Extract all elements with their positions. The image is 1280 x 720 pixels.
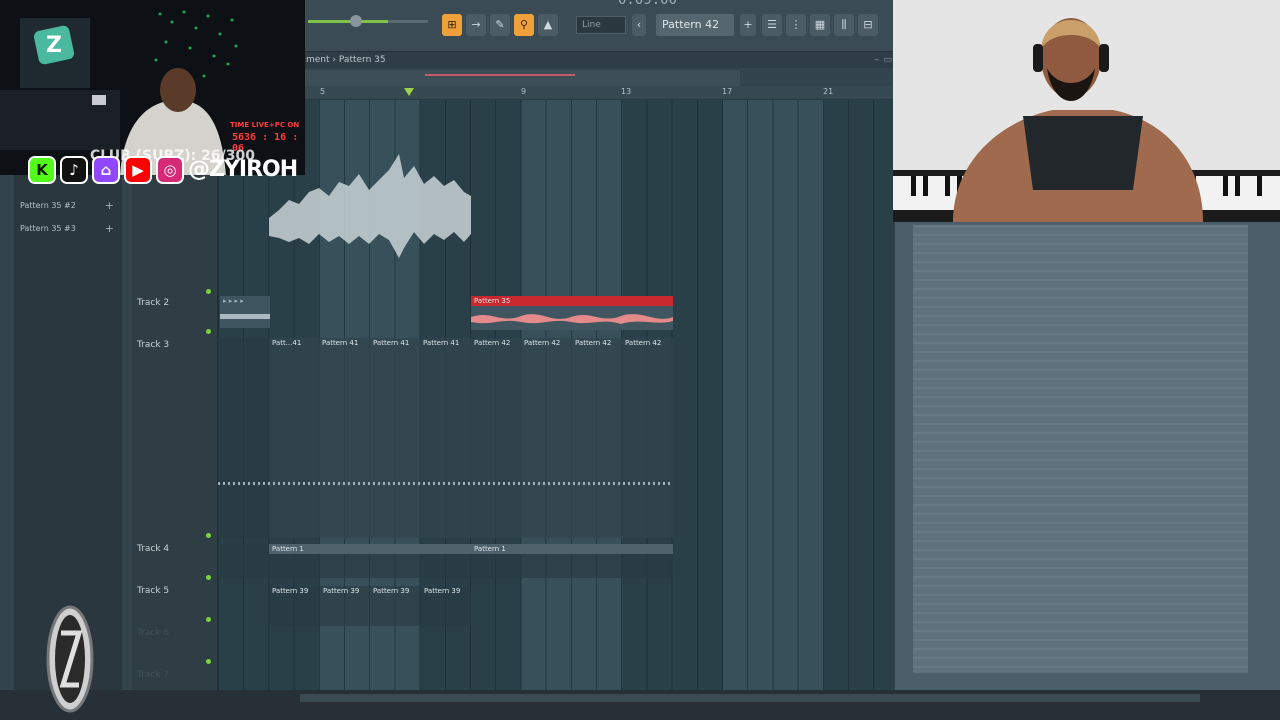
twitch-icon: ⌂ (92, 156, 120, 184)
streamer-handle: @ZYIROH (188, 157, 298, 182)
timeline-ruler[interactable]: 5913172125 (300, 86, 933, 100)
clip-pattern-1[interactable]: Pattern 1 (269, 544, 471, 578)
maximize-icon[interactable]: ▭ (883, 52, 892, 68)
audio-waveform (220, 314, 270, 319)
webcam-keyboard-player (893, 0, 1280, 222)
playlist-icon[interactable]: ☰ (762, 14, 782, 36)
z-logo-icon (46, 605, 94, 713)
track-headers: Track 2 Track 3 Track 4 Track 5 Track 6 … (132, 100, 218, 690)
minimize-icon[interactable]: – (875, 52, 880, 68)
tiktok-icon: ♪ (60, 156, 88, 184)
social-bar: K ♪ ⌂ ▶ ◎ @ZYIROH (28, 156, 298, 188)
playlist-grid[interactable]: ▸ ▸ ▸ ▸ Pattern 35 Patt...41 Pattern 41 … (218, 100, 894, 690)
ruler-number: 9 (521, 87, 527, 96)
track-label-7[interactable]: Track 7 (137, 670, 169, 680)
master-volume-track (388, 20, 428, 23)
loop-marker (425, 74, 575, 76)
kick-icon: K (28, 156, 56, 184)
track-label-3[interactable]: Track 3 (137, 340, 169, 350)
pattern-selector[interactable]: Pattern 42 (656, 14, 734, 36)
track-led[interactable] (206, 659, 211, 664)
clip-pattern-1[interactable]: Pattern 1 (471, 544, 673, 578)
track-label-4[interactable]: Track 4 (137, 544, 169, 554)
add-icon[interactable]: + (105, 221, 114, 237)
breadcrumb[interactable]: ment (306, 55, 330, 65)
webcam-streamer: Z TIME LIVE+PC ON 5636 : 16 : 06 CLUB (S… (0, 0, 305, 175)
live-status-text: TIME LIVE+PC ON (230, 121, 300, 129)
clip-pattern-42[interactable]: Pattern 42 (572, 338, 622, 538)
link-icon[interactable]: ⚲ (514, 14, 534, 36)
clip-small[interactable]: ▸ ▸ ▸ ▸ (220, 296, 270, 328)
audio-waveform (471, 314, 673, 324)
fl-toolbar: 0:09:00 ⊞ → ✎ ⚲ ▲ Line ‹ Pattern 42 + ☰ … (300, 0, 895, 52)
draw-tool-icon[interactable]: ✎ (490, 14, 510, 36)
add-pattern-icon[interactable]: + (740, 14, 756, 36)
clip-pattern-39[interactable]: Pattern 39 (370, 586, 421, 626)
mixer-icon[interactable]: ⫼ (834, 14, 854, 36)
track-led[interactable] (206, 575, 211, 580)
ruler-number: 17 (722, 87, 733, 96)
song-time: 0:09:00 (618, 0, 678, 8)
ruler-number: 5 (320, 87, 326, 96)
clip-pattern-39[interactable]: Pattern 39 (320, 586, 370, 626)
track-label-5[interactable]: Track 5 (137, 586, 169, 596)
clip-pattern-35[interactable]: Pattern 35 (471, 296, 673, 330)
track-label-6[interactable]: Track 6 (137, 628, 169, 638)
clip-pattern-39[interactable]: Pattern 39 (269, 586, 320, 626)
horizontal-scrollbar[interactable] (300, 70, 740, 86)
clip-pattern-42[interactable]: Pattern 42 (622, 338, 673, 538)
clip-pattern-42[interactable]: Pattern 42 (471, 338, 521, 538)
track-led[interactable] (206, 617, 211, 622)
channel-rack-icon[interactable]: ▦ (810, 14, 830, 36)
instagram-icon: ◎ (156, 156, 184, 184)
track-led[interactable] (206, 533, 211, 538)
playlist-header: ment › Pattern 35 – ▭ (300, 52, 895, 68)
bottom-scrollbar[interactable] (300, 694, 1200, 702)
clip-pattern-42[interactable]: Pattern 42 (521, 338, 572, 538)
ruler-number: 21 (823, 87, 834, 96)
current-pattern-label[interactable]: Pattern 35 (339, 55, 386, 65)
piano-roll-panel[interactable] (913, 225, 1248, 673)
clip-pattern-41[interactable]: Pattern 41 (370, 338, 420, 538)
clip-pattern-39[interactable]: Pattern 39 (421, 586, 471, 626)
master-volume-slider[interactable] (308, 20, 388, 23)
track-led[interactable] (206, 329, 211, 334)
stamp-icon[interactable]: ▲ (538, 14, 558, 36)
clip-pattern-41[interactable]: Pattern 41 (319, 338, 370, 538)
pattern-mode-icon[interactable]: ⊞ (442, 14, 462, 36)
clip-pattern-41[interactable]: Pattern 41 (420, 338, 471, 538)
master-volume-knob[interactable] (350, 15, 362, 27)
piano-roll-icon[interactable]: ⋮ (786, 14, 806, 36)
note-row (218, 482, 670, 485)
track-led[interactable] (206, 289, 211, 294)
playhead-marker[interactable] (404, 88, 414, 96)
stream-frame: 0:09:00 ⊞ → ✎ ⚲ ▲ Line ‹ Pattern 42 + ☰ … (0, 0, 1280, 720)
youtube-icon: ▶ (124, 156, 152, 184)
breadcrumb-separator: › (332, 55, 337, 65)
ruler-number: 13 (621, 87, 632, 96)
picker-item[interactable]: Pattern 35 #3 + (18, 221, 118, 237)
clip-label: Pattern 35 (474, 297, 511, 305)
snap-dropdown[interactable]: Line (576, 16, 626, 34)
prev-pattern-icon[interactable]: ‹ (632, 14, 646, 36)
svg-text:Z: Z (46, 33, 62, 58)
add-icon[interactable]: + (105, 198, 114, 214)
browser-icon[interactable]: ⊟ (858, 14, 878, 36)
track-label-2[interactable]: Track 2 (137, 298, 169, 308)
clip-pattern-41[interactable]: Patt...41 (269, 338, 319, 538)
webcam-feed-image (893, 0, 1280, 222)
picker-item[interactable]: Pattern 35 #2 + (18, 198, 118, 214)
arrow-right-icon[interactable]: → (466, 14, 486, 36)
